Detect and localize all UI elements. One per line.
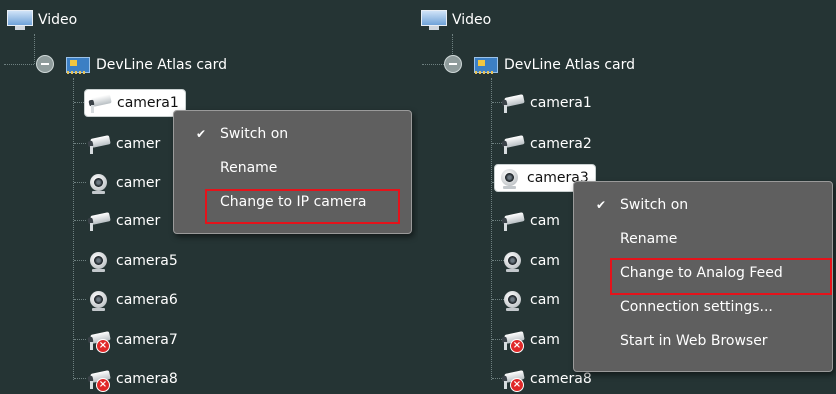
capture-card-icon: [64, 54, 94, 76]
menu-item-label: Rename: [620, 231, 678, 247]
monitor-icon: [6, 10, 34, 30]
collapse-toggle[interactable]: [444, 55, 462, 73]
analog-camera-icon: [500, 133, 526, 155]
tree-connector: [34, 34, 35, 64]
tree-item-camera[interactable]: camera1: [498, 89, 598, 117]
tree-item-camera[interactable]: × camera8: [84, 365, 184, 393]
analog-camera-icon: [87, 92, 113, 114]
tree-item-camera[interactable]: camer: [84, 207, 166, 235]
left-tree-panel: Video DevLine Atlas card camera1 camer c…: [0, 0, 418, 394]
camera-label: camera8: [116, 371, 178, 387]
menu-item-rename[interactable]: Rename: [174, 151, 411, 185]
card-label: DevLine Atlas card: [96, 57, 228, 73]
camera-label: camera6: [116, 292, 178, 308]
camera-error-icon: ×: [86, 329, 112, 353]
camera-label: cam: [530, 292, 560, 308]
right-tree-panel: Video DevLine Atlas card camera1 camera2…: [418, 0, 836, 394]
monitor-icon: [420, 10, 448, 30]
webcam-icon: [86, 289, 112, 311]
camera-label: camer: [116, 213, 161, 229]
check-icon: ✔: [196, 127, 207, 141]
camera-error-icon: ×: [500, 329, 526, 353]
menu-item-label: Connection settings...: [620, 299, 773, 315]
camera-label: camera5: [116, 253, 178, 269]
analog-camera-icon: [86, 210, 112, 232]
tree-item-camera[interactable]: camer: [84, 169, 166, 197]
tree-item-camera[interactable]: × cam: [498, 326, 566, 354]
analog-camera-icon: [86, 133, 112, 155]
camera-label: camer: [116, 136, 161, 152]
camera-label: cam: [530, 253, 560, 269]
card-label: DevLine Atlas card: [504, 57, 636, 73]
tree-root-video[interactable]: Video: [6, 6, 77, 34]
tree-item-camera[interactable]: camera5: [84, 247, 184, 275]
camera-label: camer: [116, 175, 161, 191]
collapse-toggle[interactable]: [36, 55, 54, 73]
menu-item-switch-on[interactable]: ✔ Switch on: [574, 188, 832, 222]
camera-label: camera1: [117, 95, 179, 111]
tree-item-card[interactable]: DevLine Atlas card: [64, 52, 227, 78]
tree-connector: [73, 78, 74, 380]
menu-item-rename[interactable]: Rename: [574, 222, 832, 256]
camera-label: camera2: [530, 136, 592, 152]
menu-item-switch-on[interactable]: ✔ Switch on: [174, 117, 411, 151]
tree-root-label: Video: [38, 12, 78, 28]
tree-root-label: Video: [452, 12, 492, 28]
menu-item-label: Switch on: [620, 197, 689, 213]
camera-label: cam: [530, 332, 560, 348]
menu-item-label: Rename: [220, 160, 278, 176]
tree-item-camera[interactable]: cam: [498, 207, 566, 235]
tree-item-camera[interactable]: camer: [84, 130, 166, 158]
camera-label: camera7: [116, 332, 178, 348]
tree-connector: [4, 64, 34, 65]
webcam-icon: [500, 289, 526, 311]
webcam-icon: [86, 250, 112, 272]
webcam-icon: [497, 167, 523, 189]
capture-card-icon: [472, 54, 502, 76]
tree-item-camera[interactable]: camera2: [498, 130, 598, 158]
menu-item-label: Start in Web Browser: [620, 333, 768, 349]
camera-error-icon: ×: [500, 368, 526, 392]
camera-error-icon: ×: [86, 368, 112, 392]
analog-camera-icon: [500, 210, 526, 232]
tree-root-video[interactable]: Video: [420, 6, 491, 34]
analog-camera-icon: [500, 92, 526, 114]
menu-item-start-in-web-browser[interactable]: Start in Web Browser: [574, 324, 832, 358]
check-icon: ✔: [596, 198, 607, 212]
highlight-box: [205, 189, 400, 224]
tree-item-camera[interactable]: × camera7: [84, 326, 184, 354]
camera-label: camera1: [530, 95, 592, 111]
webcam-icon: [500, 250, 526, 272]
tree-item-camera[interactable]: camera6: [84, 286, 184, 314]
menu-item-connection-settings[interactable]: Connection settings...: [574, 290, 832, 324]
webcam-icon: [86, 172, 112, 194]
tree-item-camera[interactable]: cam: [498, 286, 566, 314]
tree-item-card[interactable]: DevLine Atlas card: [472, 52, 635, 78]
tree-item-camera[interactable]: cam: [498, 247, 566, 275]
highlight-box: [610, 258, 832, 295]
tree-item-camera[interactable]: camera1: [84, 89, 186, 117]
camera-label: cam: [530, 213, 560, 229]
tree-connector: [491, 78, 492, 380]
menu-item-label: Switch on: [220, 126, 289, 142]
camera-label: camera8: [530, 371, 592, 387]
